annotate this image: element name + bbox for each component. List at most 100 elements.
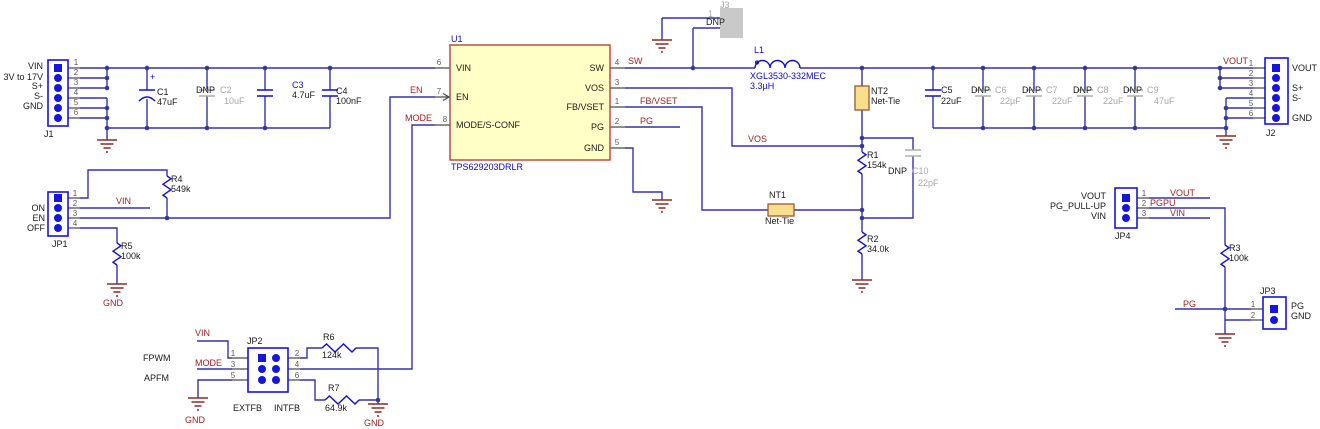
en-net-wire <box>80 97 435 218</box>
j1-bottom-group-wire <box>80 98 107 140</box>
gnd-icon-j1 <box>97 140 117 152</box>
jp4-refdes: JP4 <box>1115 231 1131 241</box>
u1-pin-name-vos: VOS <box>556 83 604 93</box>
j1-label-vin: VIN <box>20 61 43 71</box>
c5-value: 22uF <box>941 96 962 106</box>
r3-refdes: R3 <box>1229 243 1241 253</box>
c3-refdes: C3 <box>292 80 304 90</box>
gnd-icon-j3 <box>652 40 672 52</box>
jp4-pin-2: 2 <box>1139 199 1149 209</box>
connector-bodies[interactable] <box>48 58 1288 392</box>
jp3-label-pg: PG <box>1291 301 1304 311</box>
r4-resistor <box>163 176 171 198</box>
jp3-pg-wires <box>1175 309 1251 334</box>
j2-label-gnd: GND <box>1292 113 1312 123</box>
j2-refdes: J2 <box>1266 128 1276 138</box>
jp4-pin-1: 1 <box>1139 189 1149 199</box>
jp2-label-fpwm: FPWM <box>143 353 171 363</box>
c10-refdes: C10 <box>912 166 929 176</box>
jp1-pin-3: 3 <box>70 209 80 219</box>
u1-partnumber: TPS629203DRLR <box>451 162 523 172</box>
output-gnd-rail-wire <box>933 128 1226 136</box>
r1-refdes: R1 <box>867 150 879 160</box>
j1-pin-5: 5 <box>71 98 81 108</box>
u1-pin-num-mode: 8 <box>440 115 450 125</box>
net-label-en: EN <box>410 85 423 95</box>
u1-pin-name-gnd: GND <box>556 143 604 153</box>
j2-pin-3: 3 <box>1246 79 1256 89</box>
r5-branch-wire <box>80 228 117 284</box>
jp3-label-gnd: GND <box>1291 311 1311 321</box>
c6-value: 22µF <box>1000 96 1021 106</box>
component-symbols[interactable] <box>113 61 1229 405</box>
u1-pin-num-vin: 6 <box>434 58 444 68</box>
c1-refdes: C1 <box>157 87 169 97</box>
r5-value: 100k <box>121 251 141 261</box>
junction-dots <box>105 66 1229 403</box>
jp4-wires <box>1149 198 1225 309</box>
net-label-vin-jp4: VIN <box>1170 208 1185 218</box>
u1-gnd-wire <box>625 148 662 200</box>
connector-pins <box>54 64 1280 384</box>
c10-capacitor-dnp <box>905 150 921 156</box>
net-label-pgpu: PGPU <box>1150 198 1176 208</box>
jp1-pin-4: 4 <box>70 219 80 229</box>
net-label-gnd-jp1: GND <box>103 298 123 308</box>
c2-refdes: C2 <box>220 85 232 95</box>
jp3-pin-1: 1 <box>1248 300 1258 310</box>
jp2-label-apfm: APFM <box>144 373 169 383</box>
nt1-net-tie-body[interactable] <box>768 204 794 216</box>
j1-pin-2: 2 <box>71 68 81 78</box>
c8-refdes: C8 <box>1097 85 1109 95</box>
j1-label-gnd: GND <box>20 101 43 111</box>
net-label-gnd-jp2-left: GND <box>185 415 205 425</box>
nt1-refdes: NT1 <box>769 190 786 200</box>
j1-label-splus: S+ <box>20 81 43 91</box>
r3-value: 100k <box>1229 253 1249 263</box>
j1-pin-6: 6 <box>71 108 81 118</box>
net-label-fbvset: FB/VSET <box>640 96 678 106</box>
c2-dnp-flag: DNP <box>196 85 215 95</box>
r7-value: 64.9k <box>325 403 347 413</box>
jp4-label-pgpullup: PG_PULL-UP <box>1036 201 1106 211</box>
r4-branch-wire <box>80 170 167 218</box>
j2-pin-4: 4 <box>1246 89 1256 99</box>
jp1-pin-1: 1 <box>70 189 80 199</box>
jp4-pin-3: 3 <box>1139 209 1149 219</box>
j1-pin-1: 1 <box>71 58 81 68</box>
jp1-pin-2: 2 <box>70 199 80 209</box>
jp2-pin-1: 1 <box>228 349 238 359</box>
nt2-net-tie-body[interactable] <box>855 86 869 110</box>
jp2-pin-3: 3 <box>228 360 238 370</box>
net-label-mode-u1: MODE <box>405 113 432 123</box>
net-label-mode-jp2: MODE <box>195 358 222 368</box>
gnd-icon-jp1 <box>107 284 127 296</box>
j2-label-splus: S+ <box>1292 83 1303 93</box>
r2-refdes: R2 <box>867 234 879 244</box>
jp3-pin-2: 2 <box>1248 311 1258 321</box>
c3-value: 4.7uF <box>292 90 315 100</box>
net-label-vos: VOS <box>748 134 767 144</box>
c3-capacitor <box>257 90 273 96</box>
nt2-value: Net-Tie <box>871 96 900 106</box>
c7-value: 22uF <box>1052 96 1073 106</box>
r3-resistor <box>1221 245 1229 267</box>
c4-refdes: C4 <box>336 86 348 96</box>
c2-value: 10uF <box>224 96 245 106</box>
jp4-label-vout: VOUT <box>1066 191 1106 201</box>
u1-pin-num-pg: 2 <box>612 117 622 127</box>
j2-pin-5: 5 <box>1246 99 1256 109</box>
r6-value: 124k <box>322 350 342 360</box>
gnd-icon-r2 <box>852 280 872 292</box>
j1-label-sminus: S- <box>20 91 43 101</box>
c10-dnp-flag: DNP <box>888 166 907 176</box>
jp2-left-wires <box>197 341 232 398</box>
j1-refdes: J1 <box>44 129 54 139</box>
r2-resistor <box>858 232 866 254</box>
c1-plus-sign: + <box>150 72 155 82</box>
r5-resistor <box>113 243 121 265</box>
j2-pin-1: 1 <box>1246 59 1256 69</box>
c6-dnp-flag: DNP <box>971 85 990 95</box>
u1-pin-name-vin: VIN <box>456 63 471 73</box>
u1-pin-name-en: EN <box>456 92 469 102</box>
